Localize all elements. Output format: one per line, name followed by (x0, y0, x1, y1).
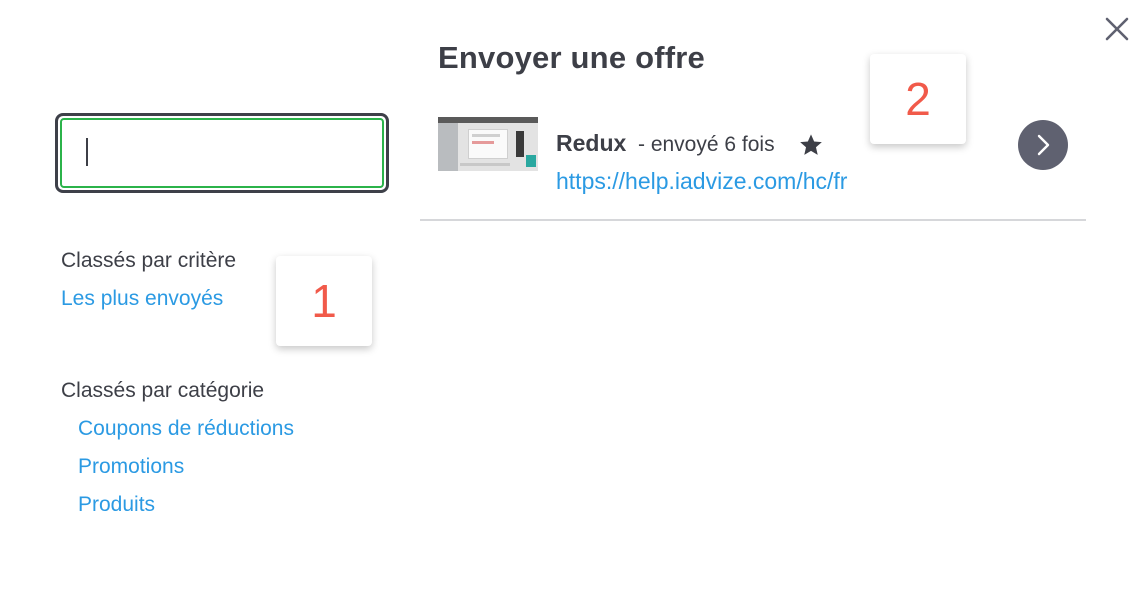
category-section-title: Classés par catégorie (61, 379, 265, 402)
offer-link[interactable]: https://help.iadvize.com/hc/fr (556, 168, 847, 195)
close-button[interactable] (1104, 16, 1132, 48)
sidebar-link-products[interactable]: Produits (78, 493, 155, 517)
panel-title: Envoyer une offre (438, 40, 705, 75)
search-field-wrapper (55, 113, 389, 193)
star-icon[interactable] (798, 132, 824, 158)
offer-thumbnail[interactable] (438, 117, 538, 171)
sidebar-link-most-sent[interactable]: Les plus envoyés (61, 287, 223, 311)
chevron-right-icon (1037, 134, 1050, 156)
annotation-marker-2: 2 (870, 54, 966, 144)
sidebar-link-coupons[interactable]: Coupons de réductions (78, 417, 294, 441)
sidebar-link-promotions[interactable]: Promotions (78, 455, 184, 479)
text-cursor (86, 138, 88, 166)
close-icon (1105, 17, 1129, 41)
offer-divider (420, 219, 1086, 221)
search-input[interactable] (60, 118, 384, 188)
offer-send-count: - envoyé 6 fois (638, 133, 775, 156)
send-offer-button[interactable] (1018, 120, 1068, 170)
criteria-section-title: Classés par critère (61, 249, 237, 272)
annotation-marker-1: 1 (276, 256, 372, 346)
offer-name: Redux (556, 130, 627, 156)
